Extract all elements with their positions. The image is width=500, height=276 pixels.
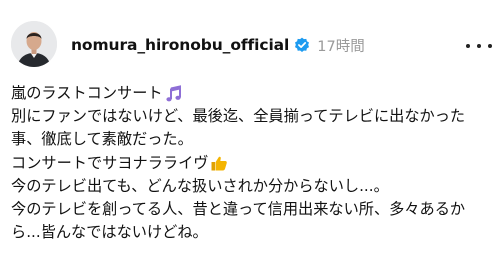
avatar[interactable] <box>11 21 57 67</box>
profile-photo <box>11 21 57 67</box>
post-timestamp: 17時間 <box>317 38 365 55</box>
post-line-text: 今のテレビを創ってる人、昔と違って信用出来ない所、多々あるか <box>11 199 466 218</box>
thumbs-up-icon <box>210 154 228 172</box>
post-header: nomura_hironobu_official 17時間 <box>71 33 365 57</box>
post-line: ら...皆んなではないけどね。 <box>11 221 493 244</box>
post-line-text: ら...皆んなではないけどね。 <box>11 223 208 242</box>
username-link[interactable]: nomura_hironobu_official <box>71 36 289 54</box>
post-line-text: 事、徹底して素敵だった。 <box>11 130 193 149</box>
more-dot <box>466 44 470 48</box>
post-line: 嵐のラストコンサート <box>11 82 493 105</box>
post-line: 今のテレビ出ても、どんな扱いされか分からないし...。 <box>11 175 493 198</box>
post-line-text: 嵐のラストコンサート <box>11 84 163 102</box>
post-line: 今のテレビを創ってる人、昔と違って信用出来ない所、多々あるか <box>11 198 493 221</box>
post-line: 事、徹底して素敵だった。 <box>11 128 493 151</box>
more-dot <box>477 44 481 48</box>
more-dot <box>488 44 492 48</box>
post-line: 別にファンではないけど、最後迄、全員揃ってテレビに出なかった <box>11 105 493 128</box>
post-body: 嵐のラストコンサート 別にファンではないけど、最後迄、全員揃ってテレビに出なかっ… <box>11 82 493 244</box>
verified-badge-icon <box>294 37 310 53</box>
post-line-text: 別にファンではないけど、最後迄、全員揃ってテレビに出なかった <box>11 107 466 126</box>
more-options-icon[interactable] <box>466 38 492 54</box>
post-line-text: 今のテレビ出ても、どんな扱いされか分からないし...。 <box>11 176 389 195</box>
post-line-text: コンサートでサヨナラライヴ <box>11 153 209 172</box>
threads-post: nomura_hironobu_official 17時間 嵐のラストコンサート <box>0 0 500 276</box>
post-line: コンサートでサヨナラライヴ <box>11 152 493 175</box>
music-note-icon <box>165 84 183 103</box>
